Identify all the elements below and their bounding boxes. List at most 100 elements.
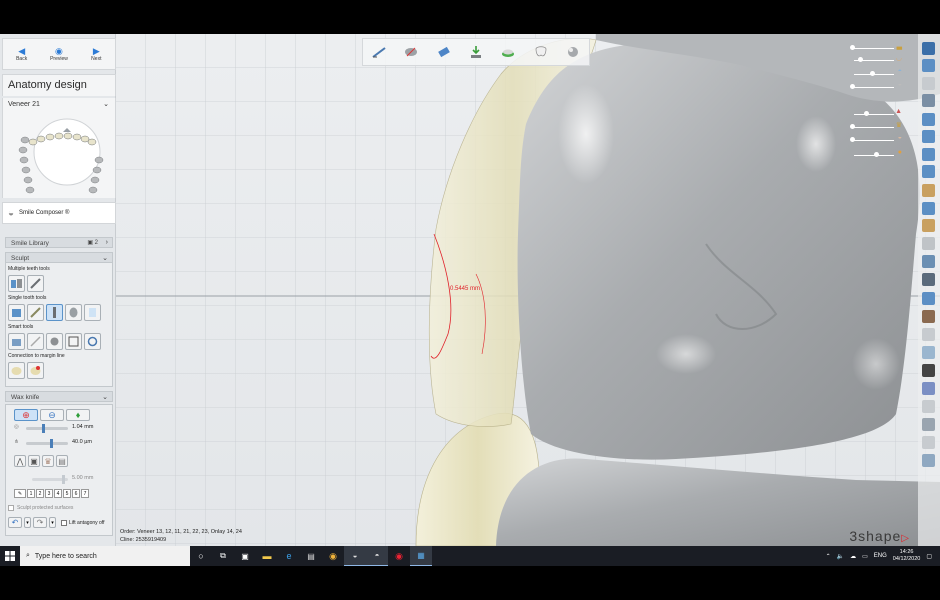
photos-icon[interactable]: ▤ [300, 546, 322, 566]
visibility-handle[interactable] [874, 152, 879, 157]
measure-icon[interactable] [922, 184, 935, 197]
visibility-handle[interactable] [864, 111, 869, 116]
amount-slider-handle[interactable] [50, 439, 53, 448]
smart-tool-4-button[interactable] [65, 333, 82, 350]
view-front-icon[interactable] [922, 113, 935, 126]
viewer-icon[interactable]: ▦ [410, 546, 432, 566]
next-button[interactable]: ▶ Next [81, 46, 111, 62]
visibility-handle[interactable] [850, 137, 855, 142]
smile-composer-button[interactable]: ◒ Smile Composer ® [2, 202, 116, 224]
smart-tool-3-button[interactable] [46, 333, 63, 350]
clipping-icon[interactable] [922, 202, 935, 215]
offset-slider[interactable] [32, 475, 68, 484]
shape-tool-3-button[interactable]: ♛ [42, 455, 54, 467]
undo-dropdown[interactable]: ▾ [24, 517, 31, 528]
back-button[interactable]: ◀ Back [7, 46, 37, 62]
grid-icon[interactable] [922, 346, 935, 359]
visibility-row-7[interactable]: ◒ [850, 134, 902, 144]
tooth-knife-button[interactable] [27, 304, 44, 321]
remove-material-button[interactable]: ♦ [66, 409, 90, 421]
redo-dropdown[interactable]: ▾ [49, 517, 56, 528]
restoration-select[interactable]: Veneer 21 ⌄ [2, 98, 116, 112]
tooth-shape-button[interactable] [65, 304, 82, 321]
smart-tool-1-button[interactable] [8, 333, 25, 350]
download-icon[interactable] [465, 42, 487, 62]
view-back-icon[interactable] [922, 130, 935, 143]
visibility-handle[interactable] [870, 71, 875, 76]
smart-tool-5-button[interactable] [84, 333, 101, 350]
taskbar-search[interactable]: ⌕ Type here to search [20, 546, 190, 566]
number-button-3[interactable]: 3 [45, 489, 53, 498]
visibility-row-1[interactable]: ▃ [850, 43, 902, 52]
tooth-smooth-button[interactable] [84, 304, 101, 321]
number-button-1[interactable]: 1 [27, 489, 35, 498]
ruler-icon[interactable] [922, 273, 935, 286]
number-button-5[interactable]: 5 [63, 489, 71, 498]
add-material-button[interactable]: ⊕ [14, 409, 38, 421]
clock[interactable]: 14:26 04/12/2020 [893, 549, 921, 563]
amount-slider[interactable] [26, 439, 68, 448]
visibility-row-8[interactable]: ● [850, 149, 902, 159]
start-button[interactable] [0, 546, 20, 566]
lift-antagonist-checkbox[interactable] [61, 519, 67, 526]
visibility-row-5[interactable]: ▲ [850, 108, 902, 118]
jaw-tool-icon[interactable] [400, 42, 422, 62]
visibility-handle[interactable] [850, 124, 855, 129]
dental-designer-icon[interactable]: ◓ [366, 546, 388, 566]
preview-button[interactable]: ◉ Preview [44, 46, 74, 62]
connection-tool-2-button[interactable] [27, 362, 44, 379]
chrome-icon[interactable]: ◉ [322, 546, 344, 566]
wax-knife-header[interactable]: Wax knife ⌄ [5, 391, 113, 402]
number-button-7[interactable]: 7 [81, 489, 89, 498]
redo-button[interactable]: ↷ [33, 517, 47, 528]
tooth-icon[interactable] [530, 42, 552, 62]
3d-viewport[interactable] [116, 34, 940, 546]
implant-icon[interactable] [433, 42, 455, 62]
size-slider[interactable] [26, 424, 68, 433]
sculpt-header[interactable]: Sculpt ⌄ [5, 252, 113, 263]
close-icon[interactable] [922, 42, 935, 55]
visibility-row-6[interactable]: ♛ [850, 122, 902, 131]
undo-button[interactable]: ↶ [8, 517, 22, 528]
dental-system-icon[interactable]: ◒ [344, 546, 366, 566]
view-right-icon[interactable] [922, 165, 935, 178]
sphere-icon[interactable] [562, 42, 584, 62]
view-left-icon[interactable] [922, 148, 935, 161]
multi-teeth-morph-button[interactable] [8, 275, 25, 292]
task-view-icon[interactable]: ⧉ [212, 546, 234, 566]
connection-tool-1-button[interactable] [8, 362, 25, 379]
camera-icon[interactable] [922, 364, 935, 377]
smart-tool-2-button[interactable] [27, 333, 44, 350]
visibility-row-4[interactable]: ◒ [850, 81, 902, 91]
smooth-material-button[interactable]: ⊖ [40, 409, 64, 421]
print-icon[interactable] [922, 436, 935, 449]
edge-icon[interactable]: e [278, 546, 300, 566]
model-icon[interactable] [497, 42, 519, 62]
cap-icon[interactable] [922, 94, 935, 107]
axis-icon[interactable] [922, 418, 935, 431]
offset-slider-handle[interactable] [62, 475, 65, 484]
number-button-4[interactable]: 4 [54, 489, 62, 498]
shape-tool-4-button[interactable]: ▤ [56, 455, 68, 467]
search-icon[interactable] [922, 219, 935, 232]
language-indicator[interactable]: ENG [874, 553, 887, 559]
brush-icon[interactable]: ✎ [14, 489, 26, 498]
wax-knife-button[interactable] [46, 304, 63, 321]
smile-library-header[interactable]: Smile Library ▣ 2 › [5, 237, 113, 248]
recorder-icon[interactable]: ◉ [388, 546, 410, 566]
shape-tool-2-button[interactable]: ▣ [28, 455, 40, 467]
visibility-handle[interactable] [858, 57, 863, 62]
visibility-handle[interactable] [850, 84, 855, 89]
dental-arch-selector[interactable] [2, 112, 116, 198]
store-icon[interactable]: ▣ [234, 546, 256, 566]
sphere-icon[interactable] [922, 382, 935, 395]
rotate-icon[interactable] [922, 77, 935, 90]
cross-section-icon[interactable] [922, 255, 935, 268]
visibility-handle[interactable] [850, 45, 855, 50]
face-icon[interactable] [922, 310, 935, 323]
file-explorer-icon[interactable]: ▬ [256, 546, 278, 566]
fit-view-icon[interactable] [922, 59, 935, 72]
transparency-icon[interactable] [922, 400, 935, 413]
scalpel-icon[interactable] [368, 42, 390, 62]
cortana-icon[interactable]: ○ [190, 546, 212, 566]
